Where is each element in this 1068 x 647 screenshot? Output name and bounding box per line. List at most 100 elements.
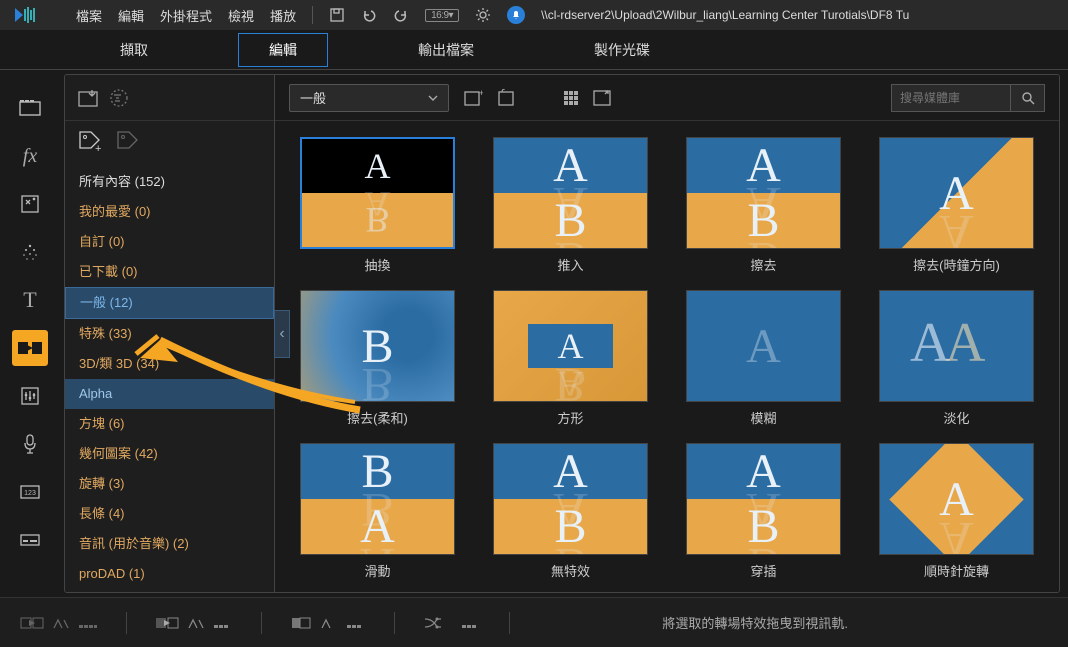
thumb-preview[interactable]: AB: [493, 443, 648, 555]
settings-icon[interactable]: [475, 7, 491, 23]
transition-thumb[interactable]: A模糊: [677, 290, 850, 427]
tab-capture[interactable]: 擷取: [90, 34, 178, 66]
thumb-preview[interactable]: A: [879, 137, 1034, 249]
collapse-handle[interactable]: ‹: [275, 311, 289, 357]
category-item[interactable]: 已下載 (0): [65, 257, 274, 287]
thumb-preview[interactable]: B: [300, 290, 455, 402]
search-button[interactable]: [1011, 84, 1045, 112]
category-item[interactable]: 長條 (4): [65, 499, 274, 529]
chapter-room-icon[interactable]: 123: [12, 474, 48, 510]
thumb-preview[interactable]: AB: [686, 137, 841, 249]
thumb-label: 擦去(時鐘方向): [913, 255, 1000, 274]
transition-thumb[interactable]: AB 無特效: [484, 443, 657, 580]
menu-plugins[interactable]: 外掛程式: [160, 6, 212, 25]
thumb-preview[interactable]: BA: [300, 443, 455, 555]
category-item[interactable]: Alpha: [65, 379, 274, 409]
particle-room-icon[interactable]: [12, 234, 48, 270]
grid-view-icon[interactable]: [563, 90, 579, 106]
bottom-hint: 將選取的轉場特效拖曳到視訊軌.: [662, 613, 848, 632]
category-item[interactable]: 3D/類 3D (34): [65, 349, 274, 379]
tab-output[interactable]: 輸出檔案: [388, 34, 504, 66]
aspect-ratio-selector[interactable]: 16:9 ▾: [425, 9, 459, 22]
transition-thumb[interactable]: BA 方形: [484, 290, 657, 427]
svg-text:123: 123: [24, 490, 36, 497]
category-item[interactable]: 自訂 (0): [65, 227, 274, 257]
app-logo: [8, 3, 60, 27]
category-panel: + 所有內容 (152)我的最愛 (0)自訂 (0)已下載 (0)一般 (12)…: [65, 75, 275, 592]
add-tag-icon[interactable]: +: [77, 129, 103, 155]
thumb-label: 穿插: [750, 561, 776, 580]
thumb-preview[interactable]: A: [686, 290, 841, 402]
workflow-tabs: 擷取 編輯 輸出檔案 製作光碟: [0, 30, 1068, 70]
notification-icon[interactable]: [507, 6, 525, 24]
voiceover-room-icon[interactable]: [12, 426, 48, 462]
category-item[interactable]: proDAD (1): [65, 559, 274, 589]
template-icon[interactable]: [497, 89, 517, 107]
bottom-toolbar: 將選取的轉場特效拖曳到視訊軌.: [0, 597, 1068, 647]
transition-room-icon[interactable]: [12, 330, 48, 366]
thumbs-toolbar: 一般 +: [275, 75, 1059, 121]
thumb-preview[interactable]: AB: [300, 137, 455, 249]
transition-thumb[interactable]: A 順時針旋轉: [870, 443, 1043, 580]
audio-mix-room-icon[interactable]: [12, 378, 48, 414]
cross-group: [155, 614, 233, 632]
category-item[interactable]: 音訊 (用於音樂) (2): [65, 529, 274, 559]
menu-file[interactable]: 檔案: [76, 6, 102, 25]
detail-view-icon[interactable]: [593, 90, 611, 106]
svg-text:+: +: [479, 89, 483, 98]
transition-thumb[interactable]: A 擦去(時鐘方向): [870, 137, 1043, 274]
divider: [312, 6, 313, 24]
transition-thumb[interactable]: AB擦去: [677, 137, 850, 274]
thumb-label: 無特效: [551, 561, 590, 580]
thumb-label: 滑動: [364, 561, 390, 580]
undo-icon[interactable]: [361, 7, 377, 23]
category-item[interactable]: 所有內容 (152): [65, 167, 274, 197]
media-room-icon[interactable]: [12, 90, 48, 126]
category-item[interactable]: 特殊 (33): [65, 319, 274, 349]
overlap-group: [20, 614, 98, 632]
menu-edit[interactable]: 編輯: [118, 6, 144, 25]
search-input[interactable]: [891, 84, 1011, 112]
thumbs-grid: AB抽換AB推入AB擦去A擦去(時鐘方向)B擦去(柔和)BA方形A模糊AA淡化B…: [275, 121, 1059, 592]
category-item[interactable]: 一般 (12): [65, 287, 274, 319]
transition-thumb[interactable]: BA 滑動: [291, 443, 464, 580]
thumb-label: 淡化: [943, 408, 969, 427]
transition-thumb[interactable]: B擦去(柔和): [291, 290, 464, 427]
thumb-preview[interactable]: AB: [686, 443, 841, 555]
thumb-label: 方形: [557, 408, 583, 427]
tab-disc[interactable]: 製作光碟: [564, 34, 680, 66]
title-room-icon[interactable]: T: [12, 282, 48, 318]
subtitle-room-icon[interactable]: [12, 522, 48, 558]
thumb-label: 順時針旋轉: [924, 561, 989, 580]
category-item[interactable]: 旋轉 (3): [65, 469, 274, 499]
category-item[interactable]: 方塊 (6): [65, 409, 274, 439]
search-box: [891, 84, 1045, 112]
redo-icon[interactable]: [393, 7, 409, 23]
transition-thumb[interactable]: AB抽換: [291, 137, 464, 274]
transition-thumb[interactable]: AB推入: [484, 137, 657, 274]
thumb-preview[interactable]: AB: [493, 137, 648, 249]
category-item[interactable]: 我的最愛 (0): [65, 197, 274, 227]
content-panel: + 所有內容 (152)我的最愛 (0)自訂 (0)已下載 (0)一般 (12)…: [64, 74, 1060, 593]
category-dropdown[interactable]: 一般: [289, 84, 449, 112]
thumb-preview[interactable]: AA: [879, 290, 1034, 402]
transition-thumb[interactable]: AA 淡化: [870, 290, 1043, 427]
menubar: 檔案 編輯 外掛程式 檢視 播放 16:9 ▾ \\cl-rdserver2\U…: [0, 0, 1068, 30]
thumb-preview[interactable]: BA: [493, 290, 648, 402]
prefix-group: [290, 615, 366, 631]
thumb-preview[interactable]: A: [879, 443, 1034, 555]
new-media-icon[interactable]: +: [463, 89, 483, 107]
category-item[interactable]: 幾何圖案 (42): [65, 439, 274, 469]
download-icon[interactable]: [109, 88, 129, 108]
room-toolbar: fx T 123: [0, 70, 60, 597]
remove-tag-icon[interactable]: [115, 129, 141, 155]
save-icon[interactable]: [329, 7, 345, 23]
transition-thumb[interactable]: AB 穿插: [677, 443, 850, 580]
pip-room-icon[interactable]: [12, 186, 48, 222]
menu-play[interactable]: 播放: [270, 6, 296, 25]
fx-room-icon[interactable]: fx: [12, 138, 48, 174]
tab-edit[interactable]: 編輯: [238, 33, 328, 67]
import-icon[interactable]: [77, 88, 99, 108]
project-path: \\cl-rdserver2\Upload\2Wilbur_liang\Lear…: [541, 8, 909, 22]
menu-view[interactable]: 檢視: [228, 6, 254, 25]
